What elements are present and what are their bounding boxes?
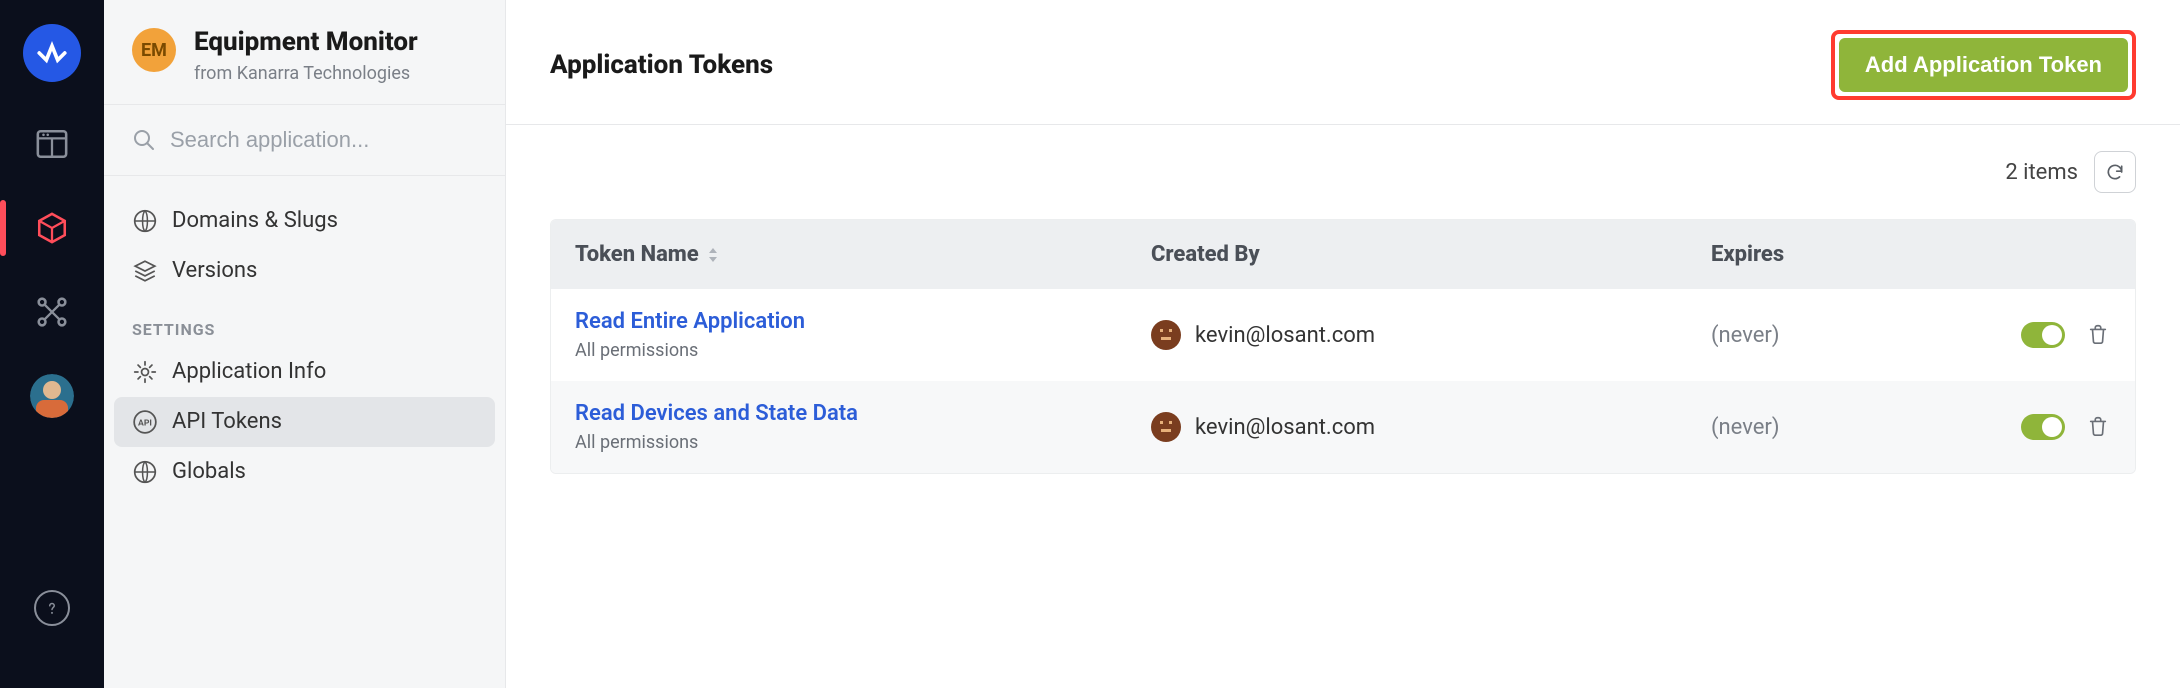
nav-domains-slugs[interactable]: Domains & Slugs [114,196,495,246]
rail-dashboard[interactable] [30,122,74,166]
workflow-icon [35,295,69,329]
table-row: Read Devices and State Data All permissi… [551,381,2135,473]
main-header: Application Tokens Add Application Token [506,0,2180,125]
token-permissions: All permissions [575,432,1151,453]
row-actions [1971,413,2111,441]
nav-api-tokens[interactable]: API API Tokens [114,397,495,447]
help-icon [43,599,61,617]
creator-email: kevin@losant.com [1195,323,1375,348]
pixel-avatar-icon [1156,325,1176,345]
table-body: Read Entire Application All permissions … [551,289,2135,473]
token-name-link[interactable]: Read Devices and State Data [575,401,858,426]
app-title: Equipment Monitor [194,28,418,57]
gear-icon [132,359,158,385]
icon-rail [0,0,104,688]
tokens-table: Token Name Created By Expires Read Entir… [550,219,2136,474]
creator-cell: kevin@losant.com [1151,320,1711,350]
nav-globals[interactable]: Globals [114,447,495,497]
table-row: Read Entire Application All permissions … [551,289,2135,381]
nav-label: Versions [172,258,257,283]
globe-www-icon [132,208,158,234]
search-input[interactable] [170,127,477,153]
th-label: Created By [1151,242,1260,267]
nav-section-settings: SETTINGS [114,296,495,347]
rail-workflow[interactable] [30,290,74,334]
brand-logo[interactable] [23,24,81,82]
token-name-link[interactable]: Read Entire Application [575,309,805,334]
item-count: 2 items [2005,160,2078,185]
th-expires[interactable]: Expires [1711,242,1971,267]
dashboard-icon [35,127,69,161]
refresh-icon [2105,162,2125,182]
table-toolbar: 2 items [506,125,2180,219]
app-header: EM Equipment Monitor from Kanarra Techno… [104,0,505,105]
nav-label: API Tokens [172,409,282,434]
nav-label: Globals [172,459,246,484]
side-nav: Domains & Slugs Versions SETTINGS Applic… [104,176,505,507]
creator-cell: kevin@losant.com [1151,412,1711,442]
app-subtitle: from Kanarra Technologies [194,63,418,84]
token-permissions: All permissions [575,340,1151,361]
nav-versions[interactable]: Versions [114,246,495,296]
refresh-button[interactable] [2094,151,2136,193]
pixel-avatar-icon [1156,417,1176,437]
svg-text:API: API [138,418,152,428]
sidebar: EM Equipment Monitor from Kanarra Techno… [104,0,506,688]
search-row [104,105,505,176]
creator-avatar [1151,412,1181,442]
logo-icon [35,36,69,70]
sort-icon [707,247,719,263]
expires-cell: (never) [1711,323,1971,348]
rail-avatar[interactable] [30,374,74,418]
creator-email: kevin@losant.com [1195,415,1375,440]
delete-button[interactable] [2087,413,2111,441]
enabled-toggle[interactable] [2021,414,2065,440]
nav-label: Application Info [172,359,326,384]
delete-button[interactable] [2087,321,2111,349]
add-application-token-button[interactable]: Add Application Token [1839,38,2128,92]
main: Application Tokens Add Application Token… [506,0,2180,688]
th-label: Token Name [575,242,699,267]
rail-help[interactable] [34,590,70,626]
app-badge: EM [132,28,176,72]
th-created-by[interactable]: Created By [1151,242,1711,267]
expires-cell: (never) [1711,415,1971,440]
table-header: Token Name Created By Expires [551,220,2135,289]
creator-avatar [1151,320,1181,350]
rail-package[interactable] [30,206,74,250]
row-actions [1971,321,2111,349]
app-root: EM Equipment Monitor from Kanarra Techno… [0,0,2180,688]
globe-icon [132,459,158,485]
layers-icon [132,258,158,284]
th-label: Expires [1711,242,1784,267]
nav-application-info[interactable]: Application Info [114,347,495,397]
trash-icon [2087,413,2109,439]
search-icon [132,128,156,152]
add-button-highlight: Add Application Token [1831,30,2136,100]
th-token-name[interactable]: Token Name [575,242,1151,267]
nav-label: Domains & Slugs [172,208,338,233]
avatar-icon [30,374,74,418]
enabled-toggle[interactable] [2021,322,2065,348]
page-title: Application Tokens [550,50,773,80]
api-icon: API [132,409,158,435]
package-icon [35,211,69,245]
trash-icon [2087,321,2109,347]
